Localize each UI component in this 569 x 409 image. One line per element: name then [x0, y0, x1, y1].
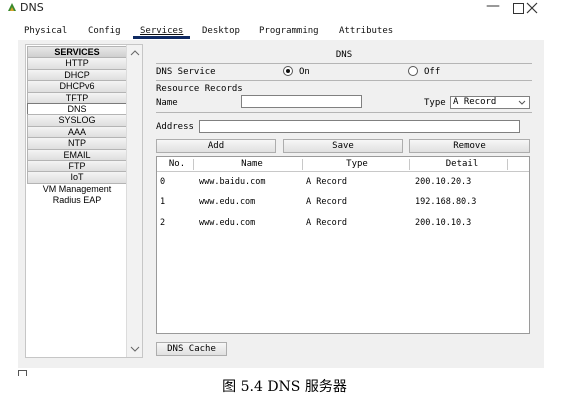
column-header-name: Name — [241, 159, 263, 169]
sidebar-scrollbar[interactable] — [126, 45, 142, 357]
cell-no: 0 — [160, 177, 166, 187]
dns-cache-button[interactable]: DNS Cache — [156, 342, 227, 356]
cell-name: www.edu.com — [199, 218, 256, 228]
app-window: Physical Config Services Desktop Program… — [18, 20, 544, 368]
scroll-down-icon[interactable] — [130, 345, 140, 353]
tab-desktop[interactable]: Desktop — [202, 26, 240, 36]
window-title: DNS — [20, 1, 44, 14]
cell-type: A Record — [306, 197, 347, 207]
divider — [156, 80, 532, 81]
dns-off-label: Off — [424, 67, 441, 77]
title-bar: DNS — — [0, 0, 569, 16]
resource-records-label: Resource Records — [156, 84, 243, 94]
name-label: Name — [156, 98, 178, 108]
type-select-value: A Record — [453, 97, 497, 107]
divider — [156, 112, 532, 113]
cell-name: www.baidu.com — [199, 177, 266, 187]
cell-type: A Record — [306, 177, 347, 187]
app-icon — [8, 3, 16, 11]
dns-on-radio[interactable] — [283, 66, 293, 76]
dns-off-radio[interactable] — [408, 66, 418, 76]
address-input[interactable] — [199, 120, 520, 133]
column-separator — [507, 159, 508, 170]
cell-type: A Record — [306, 218, 347, 228]
dns-panel: DNS DNS Service On Off Resource Records … — [156, 44, 532, 360]
save-button[interactable]: Save — [283, 139, 403, 153]
name-input[interactable] — [241, 95, 362, 108]
tab-programming[interactable]: Programming — [259, 26, 319, 36]
cell-no: 2 — [160, 218, 166, 228]
address-label: Address — [156, 122, 194, 132]
tab-attributes[interactable]: Attributes — [339, 26, 393, 36]
dns-service-label: DNS Service — [156, 67, 216, 77]
add-button[interactable]: Add — [156, 139, 276, 153]
sidebar-item-radius-eap[interactable]: Radius EAP — [27, 194, 127, 206]
column-header-type: Type — [346, 159, 368, 169]
active-tab-indicator — [133, 36, 190, 39]
type-select[interactable]: A Record — [450, 96, 530, 109]
table-header: No. Name Type Detail — [157, 157, 529, 172]
tab-bar: Physical Config Services Desktop Program… — [18, 20, 544, 40]
remove-button[interactable]: Remove — [409, 139, 530, 153]
column-header-detail: Detail — [445, 159, 479, 169]
services-sidebar: SERVICES HTTP DHCP DHCPv6 TFTP DNS SYSLO… — [25, 44, 143, 358]
maximize-button[interactable] — [513, 3, 524, 14]
services-list: SERVICES HTTP DHCP DHCPv6 TFTP DNS SYSLO… — [27, 46, 127, 205]
tab-config[interactable]: Config — [88, 26, 121, 36]
cell-detail: 192.168.80.3 — [415, 197, 477, 207]
cell-detail: 200.10.20.3 — [415, 177, 472, 187]
column-header-no: No. — [168, 159, 186, 169]
column-separator — [302, 159, 303, 170]
type-label: Type — [424, 98, 446, 108]
close-button[interactable] — [526, 2, 538, 14]
chevron-down-icon — [518, 100, 526, 105]
divider — [156, 63, 532, 64]
tab-physical[interactable]: Physical — [24, 26, 67, 36]
records-table: No. Name Type Detail 0 www.baidu.com A R… — [156, 156, 530, 334]
tab-services[interactable]: Services — [140, 26, 183, 36]
panel-title: DNS — [335, 50, 353, 60]
cell-no: 1 — [160, 197, 166, 207]
minimize-button[interactable]: — — [486, 0, 500, 14]
figure-caption: 图 5.4 DNS 服务器 — [222, 379, 347, 395]
close-icon — [526, 2, 538, 14]
cell-name: www.edu.com — [199, 197, 256, 207]
column-separator — [193, 159, 194, 170]
cell-detail: 200.10.10.3 — [415, 218, 472, 228]
dns-on-label: On — [299, 67, 310, 77]
scroll-up-icon[interactable] — [130, 49, 140, 57]
column-separator — [409, 159, 410, 170]
